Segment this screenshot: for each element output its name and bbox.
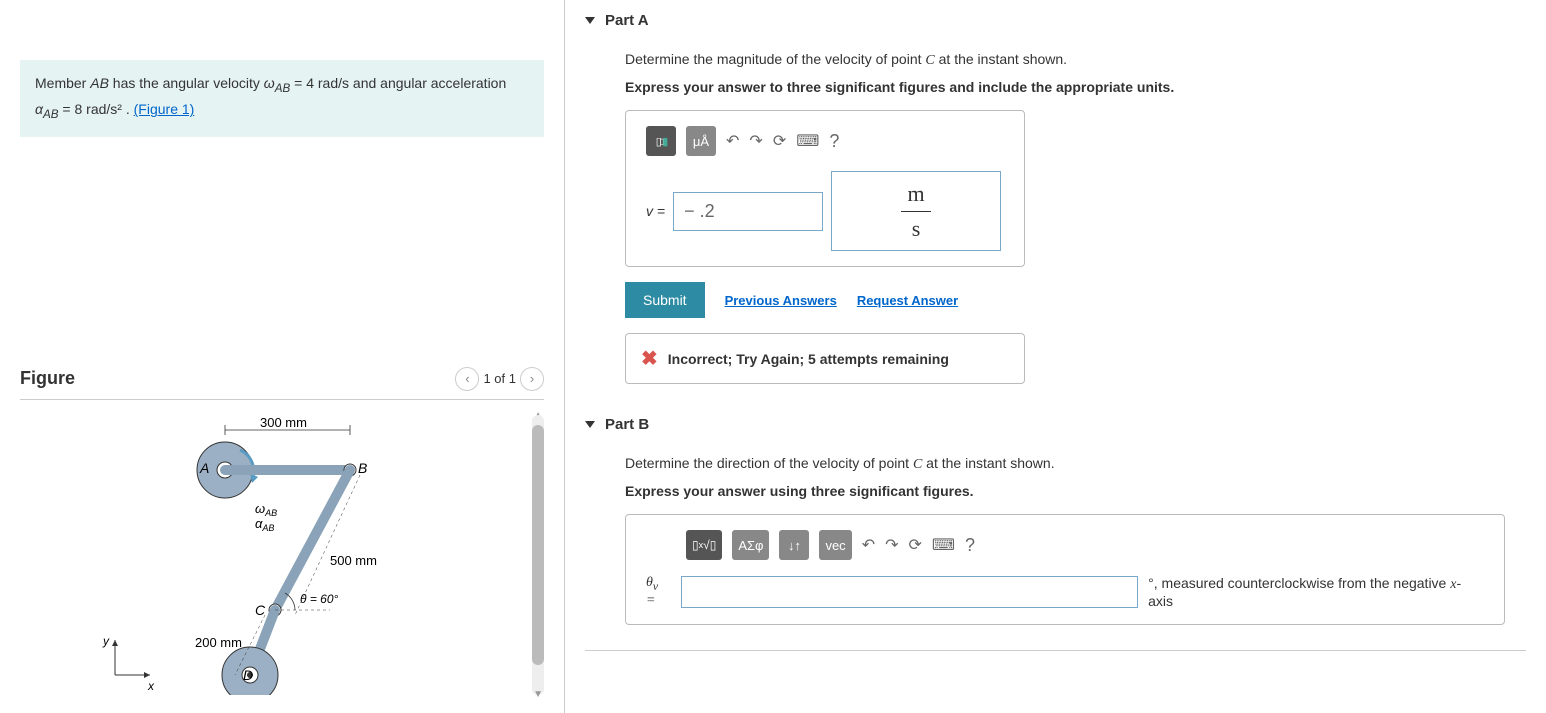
unit-denominator: s [912, 216, 921, 242]
svg-text:αAB: αAB [255, 516, 274, 533]
vec-button[interactable]: vec [819, 530, 851, 560]
svg-text:200 mm: 200 mm [195, 635, 242, 650]
undo-icon[interactable]: ↶ [726, 131, 739, 151]
figure-prev-button[interactable]: ‹ [455, 367, 479, 391]
left-panel: Member AB has the angular velocity ωAB =… [0, 0, 565, 713]
reset-icon[interactable]: ⟳ [773, 131, 786, 151]
part-a-body: Determine the magnitude of the velocity … [585, 41, 1526, 404]
part-a-input-row: v = − .2 m s [646, 171, 1004, 251]
part-b-instruction: Express your answer using three signific… [625, 483, 1526, 499]
svg-text:C: C [255, 602, 266, 618]
incorrect-icon: ✖ [641, 346, 658, 371]
keyboard-icon[interactable]: ⌨ [932, 535, 955, 555]
svg-text:300 mm: 300 mm [260, 415, 307, 430]
units-button[interactable]: μÅ [686, 126, 716, 156]
part-b-toolbar: ▯x√▯ ΑΣφ ↓↑ vec ↶ ↷ ⟳ ⌨ ? [646, 530, 1484, 560]
part-a-instruction: Express your answer to three significant… [625, 79, 1526, 95]
part-a-submit-row: Submit Previous Answers Request Answer [625, 282, 1526, 318]
previous-answers-link[interactable]: Previous Answers [725, 293, 837, 308]
figure-next-button[interactable]: › [520, 367, 544, 391]
suffix-text: °, measured counterclockwise from the ne… [1148, 575, 1484, 609]
help-icon[interactable]: ? [829, 131, 839, 152]
part-b-title: Part B [605, 416, 649, 433]
figure-nav: ‹ 1 of 1 › [455, 367, 544, 391]
fraction-line [901, 211, 931, 212]
part-b-question: Determine the direction of the velocity … [625, 455, 1526, 473]
svg-text:x: x [147, 679, 155, 693]
right-panel: Part A Determine the magnitude of the ve… [565, 0, 1546, 713]
part-b-input-row: θv = °, measured counterclockwise from t… [646, 575, 1484, 609]
problem-text: Member AB has the angular velocity ωAB =… [35, 75, 506, 117]
unit-numerator: m [908, 181, 925, 207]
divider [585, 650, 1526, 651]
part-a-title: Part A [605, 12, 649, 29]
keyboard-icon[interactable]: ⌨ [796, 131, 819, 151]
problem-statement: Member AB has the angular velocity ωAB =… [20, 60, 544, 137]
math-templates-button[interactable]: ▯x√▯ [686, 530, 722, 560]
theta-input[interactable] [681, 576, 1138, 608]
figure-counter: 1 of 1 [483, 371, 516, 386]
feedback-box: ✖ Incorrect; Try Again; 5 attempts remai… [625, 333, 1025, 384]
feedback-text: Incorrect; Try Again; 5 attempts remaini… [668, 351, 949, 367]
unit-input[interactable]: m s [831, 171, 1001, 251]
svg-text:y: y [102, 634, 110, 648]
figure-area: 300 mm A B C D 500 mm 200 mm θ = 60° ωAB… [20, 415, 544, 695]
svg-text:θ = 60°: θ = 60° [300, 592, 339, 606]
figure-heading: Figure [20, 368, 75, 389]
part-b-answer-box: ▯x√▯ ΑΣφ ↓↑ vec ↶ ↷ ⟳ ⌨ ? θv = °, [625, 514, 1505, 625]
figure-link[interactable]: (Figure 1) [134, 101, 195, 117]
part-a-header[interactable]: Part A [585, 0, 1526, 41]
updown-button[interactable]: ↓↑ [779, 530, 809, 560]
request-answer-link[interactable]: Request Answer [857, 293, 958, 308]
variable-theta: θv = [646, 575, 671, 609]
svg-text:500 mm: 500 mm [330, 553, 377, 568]
redo-icon[interactable]: ↷ [885, 535, 898, 555]
reset-icon[interactable]: ⟳ [909, 535, 922, 555]
value-input[interactable]: − .2 [673, 192, 823, 231]
mechanism-diagram: 300 mm A B C D 500 mm 200 mm θ = 60° ωAB… [100, 415, 460, 695]
undo-icon[interactable]: ↶ [862, 535, 875, 555]
part-a-question: Determine the magnitude of the velocity … [625, 51, 1526, 69]
submit-button[interactable]: Submit [625, 282, 705, 318]
templates-button[interactable]: ▯▯▮ [646, 126, 676, 156]
greek-button[interactable]: ΑΣφ [732, 530, 769, 560]
collapse-icon [585, 421, 595, 428]
figure-header: Figure ‹ 1 of 1 › [20, 367, 544, 400]
svg-text:D: D [243, 667, 253, 683]
part-a-answer-box: ▯▯▮ μÅ ↶ ↷ ⟳ ⌨ ? v = − .2 m s [625, 110, 1025, 267]
svg-text:A: A [199, 460, 209, 476]
variable-v: v = [646, 203, 665, 219]
redo-icon[interactable]: ↷ [749, 131, 762, 151]
help-icon[interactable]: ? [965, 535, 975, 556]
part-b-header[interactable]: Part B [585, 404, 1526, 445]
part-a-toolbar: ▯▯▮ μÅ ↶ ↷ ⟳ ⌨ ? [646, 126, 1004, 156]
part-b-body: Determine the direction of the velocity … [585, 445, 1526, 645]
collapse-icon [585, 17, 595, 24]
svg-text:B: B [358, 460, 367, 476]
scrollbar-track[interactable] [532, 415, 544, 695]
scroll-down-icon[interactable]: ▼ [533, 689, 543, 700]
scrollbar-thumb[interactable] [532, 425, 544, 665]
